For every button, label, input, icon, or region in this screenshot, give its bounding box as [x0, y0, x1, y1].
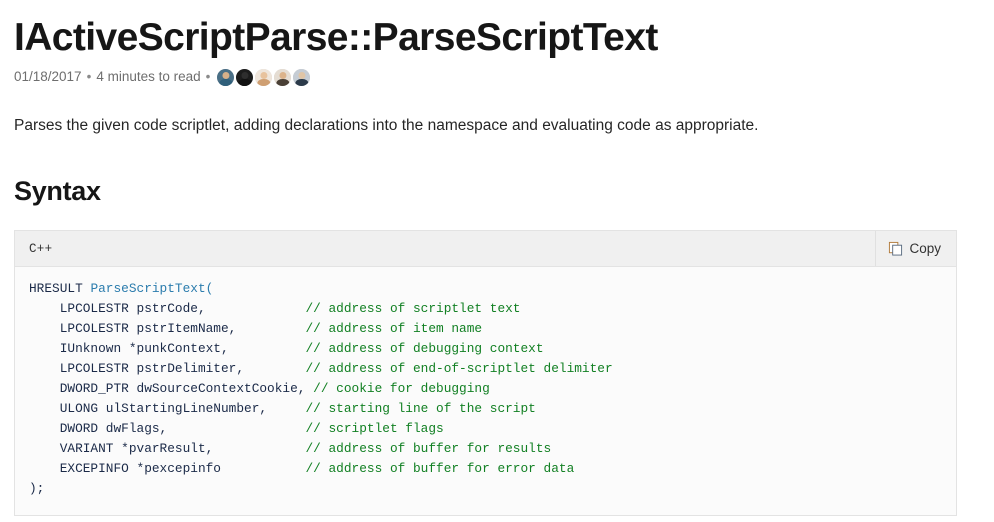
code-token-text: DWORD dwFlags,	[29, 421, 306, 436]
code-block-header: C++ Copy	[15, 231, 956, 267]
code-token-text: ULONG ulStartingLineNumber,	[29, 401, 306, 416]
section-heading-syntax: Syntax	[14, 176, 101, 206]
avatar[interactable]	[236, 68, 254, 86]
avatar[interactable]	[274, 68, 292, 86]
meta-separator-1: •	[86, 69, 92, 84]
copy-button[interactable]: Copy	[875, 231, 956, 266]
code-token-text: DWORD_PTR dwSourceContextCookie,	[29, 381, 314, 396]
read-time: 4 minutes to read	[96, 69, 201, 84]
code-token-comment: // scriptlet flags	[305, 421, 444, 436]
code-token-comment: // address of buffer for results	[305, 441, 552, 456]
code-token-text: );	[29, 481, 45, 496]
publish-date: 01/18/2017	[14, 69, 82, 84]
code-token-text: IUnknown *punkContext,	[29, 341, 306, 356]
meta-separator-2: •	[205, 69, 211, 84]
code-token-comment: // address of scriptlet text	[305, 301, 521, 316]
code-token-text: LPCOLESTR pstrCode,	[29, 301, 306, 316]
code-token-function: ParseScriptText(	[90, 281, 214, 296]
code-token-comment: // address of end-of-scriptlet delimiter	[305, 361, 613, 376]
code-token-comment: // starting line of the script	[305, 401, 536, 416]
article-page: IActiveScriptParse::ParseScriptText 01/1…	[0, 0, 994, 522]
avatar[interactable]	[217, 68, 235, 86]
code-token-text: VARIANT *pvarResult,	[29, 441, 306, 456]
code-block-body[interactable]: HRESULT ParseScriptText( LPCOLESTR pstrC…	[15, 267, 956, 515]
page-title: IActiveScriptParse::ParseScriptText	[14, 16, 658, 59]
code-block: C++ Copy HRESULT ParseScriptText( LPCOLE…	[14, 230, 957, 516]
code-token-comment: // address of debugging context	[305, 341, 544, 356]
avatar[interactable]	[255, 68, 273, 86]
avatar[interactable]	[293, 68, 311, 86]
code-token-text: LPCOLESTR pstrDelimiter,	[29, 361, 306, 376]
contributor-avatars	[217, 68, 312, 86]
code-token-comment: // cookie for debugging	[313, 381, 490, 396]
code-token-text: HRESULT	[29, 281, 91, 296]
code-token-comment: // address of buffer for error data	[305, 461, 575, 476]
code-token-text: LPCOLESTR pstrItemName,	[29, 321, 306, 336]
article-description: Parses the given code scriptlet, adding …	[14, 117, 759, 134]
copy-icon	[888, 241, 903, 256]
code-content: HRESULT ParseScriptText( LPCOLESTR pstrC…	[29, 279, 942, 499]
copy-button-label: Copy	[909, 241, 941, 256]
code-language-label: C++	[29, 241, 53, 256]
article-metadata: 01/18/2017 • 4 minutes to read •	[14, 68, 980, 86]
code-token-comment: // address of item name	[305, 321, 483, 336]
code-token-text: EXCEPINFO *pexcepinfo	[29, 461, 306, 476]
